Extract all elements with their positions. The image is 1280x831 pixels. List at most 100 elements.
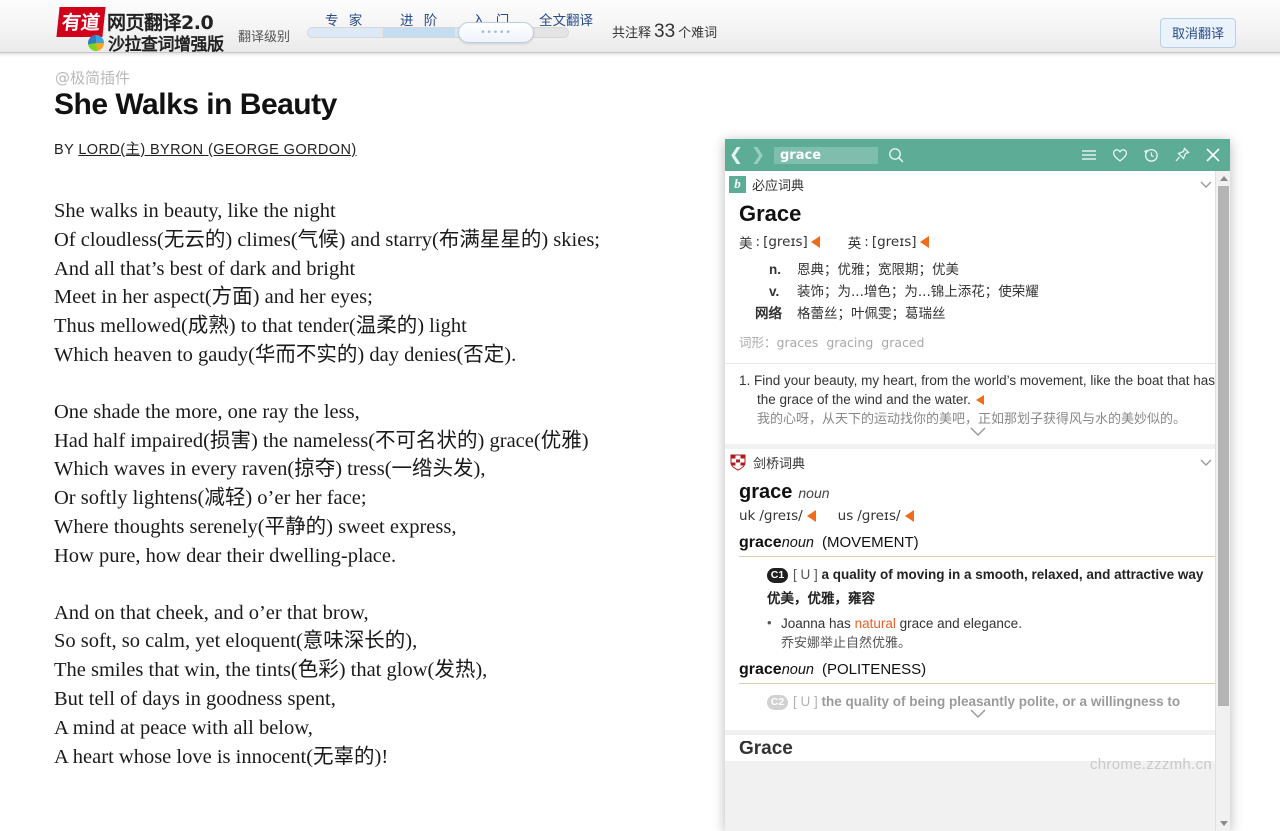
dictionary-scrollbar[interactable] bbox=[1215, 171, 1230, 831]
poem-line: Had half impaired(损害) the nameless(不可名状的… bbox=[54, 427, 714, 456]
pin-icon[interactable] bbox=[1173, 146, 1191, 164]
dictionary-content[interactable]: b 必应词典 Grace 美: [greɪs] 英: [greɪs] bbox=[725, 171, 1230, 831]
poem-stanza: She walks in beauty, like the night Of c… bbox=[54, 197, 714, 370]
slider-segment-2 bbox=[383, 28, 455, 37]
cefr-badge: C2 bbox=[767, 695, 788, 710]
back-icon[interactable]: ❮ bbox=[725, 145, 747, 165]
youdao-logo[interactable]: 有道网页翻译2.0 沙拉查词增强版 bbox=[58, 7, 243, 49]
colon-sep: : bbox=[756, 234, 761, 250]
cambridge-headword-row: gracenoun bbox=[739, 481, 1216, 504]
bing-source-row[interactable]: b 必应词典 bbox=[725, 171, 1230, 197]
translation-level-label: 翻译级别 bbox=[238, 26, 290, 45]
word-form: gracing bbox=[826, 335, 873, 350]
translation-level-slider-handle[interactable]: ••••• bbox=[458, 22, 534, 43]
heart-icon[interactable] bbox=[1111, 146, 1129, 164]
cambridge-logo-icon bbox=[729, 453, 747, 471]
bing-sense-pos: n. bbox=[769, 259, 797, 280]
example-highlight: natural bbox=[855, 616, 896, 631]
scrollbar-thumb[interactable] bbox=[1218, 186, 1229, 706]
sense-word: grace bbox=[739, 534, 782, 551]
speaker-icon-us[interactable] bbox=[905, 510, 914, 522]
word-form: graced bbox=[881, 335, 924, 350]
us-phonetic-label: 美 bbox=[739, 232, 753, 252]
expand-chevron-icon[interactable] bbox=[967, 425, 989, 438]
close-icon[interactable] bbox=[1204, 146, 1222, 164]
poem-byline: BY LORD(主) BYRON (GEORGE GORDON) bbox=[54, 138, 357, 159]
dictionary-card-urban: ud Urban Grace bbox=[725, 735, 1230, 761]
bing-sense-pos: 网络 bbox=[755, 303, 797, 324]
cambridge-source-name: 剑桥词典 bbox=[753, 453, 805, 472]
speaker-icon-example[interactable] bbox=[976, 395, 984, 405]
definition-english: [ U ] a quality of moving in a smooth, r… bbox=[793, 567, 1203, 582]
poem-line: Or softly lightens(减轻) o’er her face; bbox=[54, 484, 714, 513]
colon-sep: : bbox=[864, 234, 869, 250]
bing-sense-row: n.恩典；优雅；宽限期；优美 bbox=[739, 259, 1216, 281]
poem-line: Meet in her aspect(方面) and her eyes; bbox=[54, 283, 714, 312]
example-after: grace and elegance. bbox=[896, 616, 1022, 631]
cambridge-example: Joanna has natural grace and elegance. 乔… bbox=[767, 616, 1216, 651]
poem-line: So soft, so calm, yet eloquent(意味深长的), bbox=[54, 627, 714, 656]
search-input-value: grace bbox=[780, 148, 821, 163]
scroll-up-arrow-icon[interactable] bbox=[1216, 171, 1230, 186]
poem-line: And on that cheek, and o’er that brow, bbox=[54, 599, 714, 628]
poem-line: Where thoughts serenely(平静的) sweet expre… bbox=[54, 513, 714, 542]
level-option-advanced[interactable]: 进 阶 bbox=[400, 9, 440, 29]
uk-phonetic: /ɡreɪs/ bbox=[759, 508, 802, 524]
us-phonetic: /ɡreɪs/ bbox=[857, 508, 900, 524]
menu-icon[interactable] bbox=[1080, 146, 1098, 164]
cefr-badge: C1 bbox=[767, 568, 788, 583]
dictionary-header-actions bbox=[1080, 139, 1222, 171]
speaker-icon-uk[interactable] bbox=[920, 236, 929, 248]
level-option-expert[interactable]: 专 家 bbox=[325, 9, 365, 29]
example-chinese: 乔安娜举止自然优雅。 bbox=[781, 632, 1216, 651]
poem-line: A mind at peace with all below, bbox=[54, 714, 714, 743]
speaker-icon-uk[interactable] bbox=[807, 510, 816, 522]
poem-line: How pure, how dear their dwelling-place. bbox=[54, 542, 714, 571]
definition-text: the quality of being pleasantly polite, … bbox=[822, 694, 1181, 709]
poem-body: She walks in beauty, like the night Of c… bbox=[54, 197, 714, 799]
cambridge-source-row[interactable]: 剑桥词典 bbox=[725, 449, 1230, 475]
chevron-down-icon[interactable] bbox=[1198, 176, 1214, 192]
bing-sense-pos: v. bbox=[769, 281, 797, 302]
poem-author-link[interactable]: LORD(主) BYRON (GEORGE GORDON) bbox=[78, 142, 356, 158]
bing-sense-row: 网络格蕾丝；叶佩雯；葛瑞丝 bbox=[739, 303, 1216, 325]
cambridge-definition-block: C1 [ U ] a quality of moving in a smooth,… bbox=[739, 557, 1216, 651]
sense-pos: noun bbox=[782, 662, 814, 678]
scroll-down-arrow-icon[interactable] bbox=[1216, 816, 1230, 831]
chevron-down-icon[interactable] bbox=[1198, 454, 1214, 470]
bing-headword: Grace bbox=[739, 201, 1216, 227]
level-option-full-translation[interactable]: 全文翻译 bbox=[539, 9, 593, 29]
poem-line: Of cloudless(无云的) climes(气候) and starry(… bbox=[54, 226, 714, 255]
history-icon[interactable] bbox=[1142, 146, 1160, 164]
bing-sense-row: v.装饰；为...增色；为...锦上添花；使荣耀 bbox=[739, 281, 1216, 303]
uk-label: uk bbox=[739, 508, 755, 524]
poem-line: Thus mellowed(成熟) to that tender(温柔的) li… bbox=[54, 312, 714, 341]
uk-phonetic: [greɪs] bbox=[872, 234, 917, 250]
speaker-icon-us[interactable] bbox=[811, 236, 820, 248]
bing-pronunciation-row: 美: [greɪs] 英: [greɪs] bbox=[739, 232, 1216, 252]
logo-line-secondary: 沙拉查词增强版 bbox=[88, 30, 224, 55]
search-input[interactable]: grace bbox=[774, 147, 878, 164]
definition-text: a quality of moving in a smooth, relaxed… bbox=[822, 567, 1204, 582]
poem-line: One shade the more, one ray the less, bbox=[54, 398, 714, 427]
poem-stanza: One shade the more, one ray the less, Ha… bbox=[54, 398, 714, 571]
example-english: Joanna has natural grace and elegance. bbox=[781, 616, 1216, 631]
poem-line: Which heaven to gaudy(华而不实的) day denies(… bbox=[54, 341, 714, 370]
search-icon[interactable] bbox=[888, 147, 905, 164]
word-forms-label: 词形： bbox=[739, 335, 777, 350]
sense-pos: noun bbox=[782, 535, 814, 551]
annotation-count-text: 共注释33个难词 bbox=[612, 21, 717, 43]
poem-line: The smiles that win, the tints(色彩) that … bbox=[54, 656, 714, 685]
bing-source-name: 必应词典 bbox=[752, 175, 804, 194]
word-form: graces bbox=[777, 335, 819, 350]
slider-segment-1 bbox=[308, 28, 382, 37]
bing-example-english: 1. Find your beauty, my heart, from the … bbox=[739, 371, 1216, 409]
cancel-translation-button[interactable]: 取消翻译 bbox=[1160, 18, 1236, 48]
poem-line: Which waves in every raven(掠夺) tress(一绺头… bbox=[54, 455, 714, 484]
sense-word: grace bbox=[739, 661, 782, 678]
forward-icon[interactable]: ❯ bbox=[747, 145, 769, 165]
plugin-watermark-tag: @极简插件 bbox=[55, 67, 130, 88]
annotation-suffix: 个难词 bbox=[678, 26, 717, 41]
byline-prefix: BY bbox=[54, 142, 78, 158]
example-text: Find your beauty, my heart, from the wor… bbox=[754, 373, 1215, 407]
